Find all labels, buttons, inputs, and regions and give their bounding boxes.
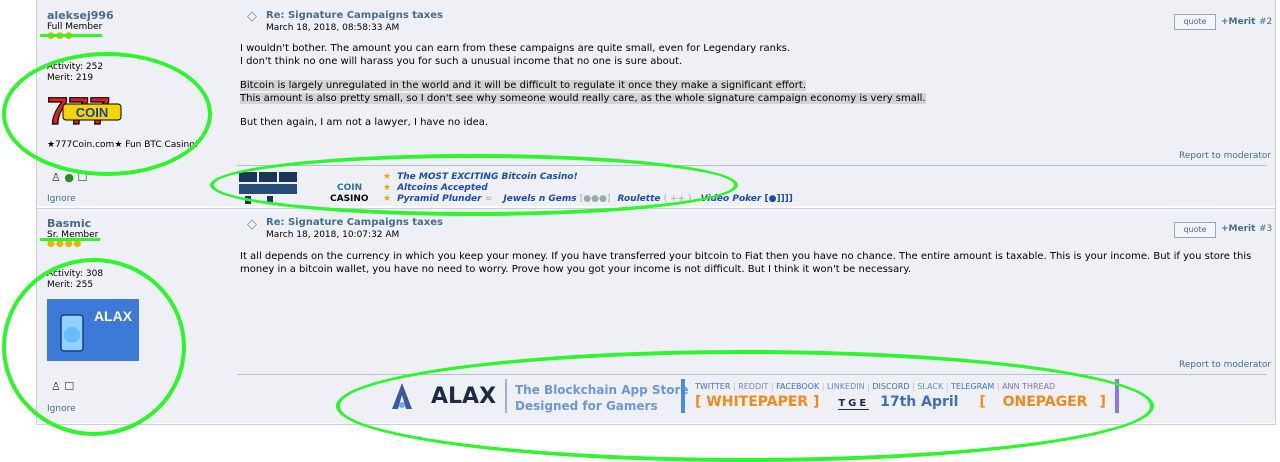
post-line: Bitcoin is largely unregulated in the wo… xyxy=(240,80,807,91)
annotation-underline xyxy=(40,34,102,37)
post-date: March 18, 2018, 08:58:33 AM xyxy=(266,23,400,33)
quote-button[interactable]: quote xyxy=(1174,222,1216,238)
post-body: It all depends on the currency in which … xyxy=(240,251,1270,276)
post-line: I don't think no one will harass you for… xyxy=(240,55,683,67)
post-line: It all depends on the currency in which … xyxy=(240,251,1252,262)
report-to-moderator-link[interactable]: Report to moderator xyxy=(1179,151,1271,161)
post-date: March 18, 2018, 10:07:32 AM xyxy=(266,230,400,240)
post-number-link[interactable]: #2 xyxy=(1259,17,1272,27)
post-icon: ◇ xyxy=(247,217,257,232)
ignore-link[interactable]: Ignore xyxy=(47,194,76,204)
post-line: But then again, I am not a lawyer, I hav… xyxy=(240,117,489,128)
quote-button[interactable]: quote xyxy=(1174,14,1216,30)
merit-button[interactable]: +Merit xyxy=(1221,224,1255,234)
annotation-circle xyxy=(336,350,1154,462)
annotation-circle xyxy=(2,52,212,176)
post-icon: ◇ xyxy=(247,9,257,24)
post-line: This amount is also pretty small, so I d… xyxy=(240,92,926,104)
post-subject-link[interactable]: Re: Signature Campaigns taxes xyxy=(266,217,443,228)
post-line: I wouldn't bother. The amount you can ea… xyxy=(240,43,791,54)
annotation-underline xyxy=(40,238,100,241)
post-number-link[interactable]: #3 xyxy=(1259,224,1272,234)
post-subject-link[interactable]: Re: Signature Campaigns taxes xyxy=(266,10,443,21)
report-to-moderator-link[interactable]: Report to moderator xyxy=(1179,360,1271,370)
post-body: I wouldn't bother. The amount you can ea… xyxy=(240,43,1270,130)
username-link[interactable]: aleksej996 xyxy=(47,9,114,22)
post-line: money in a bitcoin wallet, you have no n… xyxy=(240,263,911,275)
merit-button[interactable]: +Merit xyxy=(1221,17,1255,27)
annotation-circle xyxy=(210,154,738,216)
annotation-circle xyxy=(2,258,186,436)
website-globe-icon[interactable]: ● xyxy=(64,171,74,184)
username-link[interactable]: Basmic xyxy=(47,217,91,230)
profile-icon[interactable]: ♙ xyxy=(51,171,61,184)
